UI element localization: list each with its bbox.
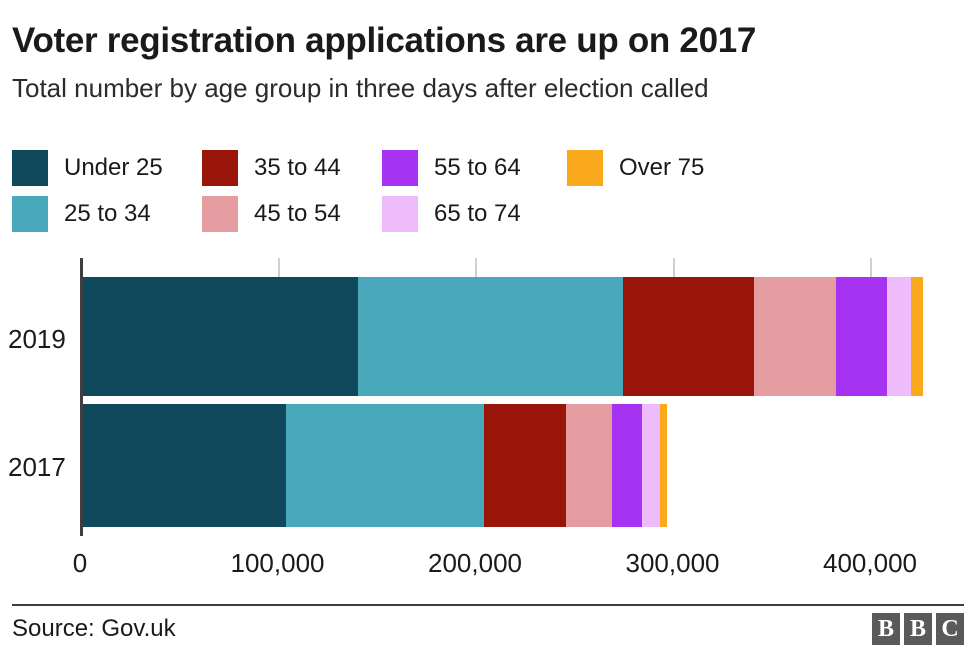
source-text: Source: Gov.uk xyxy=(12,615,176,642)
bar-segment-2019-35-to-44 xyxy=(623,277,755,396)
legend-label-over-75: Over 75 xyxy=(619,154,705,181)
legend-label-55-to-64: 55 to 64 xyxy=(434,154,521,181)
legend-label-65-to-74: 65 to 74 xyxy=(434,200,521,227)
legend-item-over-75: Over 75 xyxy=(567,150,704,186)
legend-item-under-25: Under 25 xyxy=(12,150,202,186)
bar-segment-2017-55-to-64 xyxy=(612,404,642,527)
legend-swatch-45-to-54 xyxy=(202,196,238,232)
x-tick-label-400000: 400,000 xyxy=(823,548,917,578)
legend-swatch-35-to-44 xyxy=(202,150,238,186)
x-tick-label-300000: 300,000 xyxy=(625,548,720,578)
bbc-logo-block-3: C xyxy=(936,613,964,645)
chart-header: Voter registration applications are up o… xyxy=(12,20,964,104)
bar-row-2019 xyxy=(83,277,924,396)
bbc-logo-block-1: B xyxy=(872,613,900,645)
chart-legend: Under 25 35 to 44 55 to 64 Over 75 25 to… xyxy=(12,150,952,242)
plot-area: 2019 2017 xyxy=(0,250,976,540)
bbc-logo-block-2: B xyxy=(904,613,932,645)
bar-segment-2019-45-to-54 xyxy=(754,277,837,396)
legend-item-65-to-74: 65 to 74 xyxy=(382,196,567,232)
bbc-chart-card: Voter registration applications are up o… xyxy=(0,0,976,670)
bbc-logo: BBC xyxy=(872,613,964,645)
legend-swatch-over-75 xyxy=(567,150,603,186)
bar-row-2017 xyxy=(83,404,667,527)
bar-segment-2017-over-75 xyxy=(659,404,667,527)
bar-segment-2019-55-to-64 xyxy=(836,277,887,396)
legend-swatch-25-to-34 xyxy=(12,196,48,232)
category-label-2019: 2019 xyxy=(8,324,66,354)
x-tick-label-200000: 200,000 xyxy=(428,548,522,578)
category-label-2017: 2017 xyxy=(8,452,66,482)
bar-segment-2017-45-to-54 xyxy=(565,404,613,527)
bar-segment-2019-over-75 xyxy=(911,277,924,396)
legend-label-25-to-34: 25 to 34 xyxy=(64,200,151,227)
legend-label-45-to-54: 45 to 54 xyxy=(254,200,341,227)
chart-title: Voter registration applications are up o… xyxy=(12,21,757,60)
x-tick-label-0: 0 xyxy=(72,548,88,578)
bar-segment-2019-25-to-34 xyxy=(357,277,624,396)
legend-row-top: Under 25 35 to 44 55 to 64 Over 75 xyxy=(12,150,952,186)
legend-item-55-to-64: 55 to 64 xyxy=(382,150,567,186)
legend-swatch-under-25 xyxy=(12,150,48,186)
legend-item-25-to-34: 25 to 34 xyxy=(12,196,202,232)
legend-item-35-to-44: 35 to 44 xyxy=(202,150,382,186)
legend-item-45-to-54: 45 to 54 xyxy=(202,196,382,232)
x-tick-label-100000: 100,000 xyxy=(230,548,325,578)
bar-segment-2017-25-to-34 xyxy=(286,404,484,527)
bar-segment-2017-35-to-44 xyxy=(483,404,566,527)
legend-row-bottom: 25 to 34 45 to 54 65 to 74 xyxy=(12,196,952,232)
legend-swatch-65-to-74 xyxy=(382,196,418,232)
x-axis: 0 100,000 200,000 300,000 400,000 xyxy=(0,548,976,588)
chart-subtitle: Total number by age group in three days … xyxy=(12,73,709,103)
bar-segment-2019-under-25 xyxy=(83,277,358,396)
legend-label-under-25: Under 25 xyxy=(64,154,163,181)
bar-segment-2017-65-to-74 xyxy=(641,404,660,527)
legend-label-35-to-44: 35 to 44 xyxy=(254,154,341,181)
legend-swatch-55-to-64 xyxy=(382,150,418,186)
bar-segment-2017-under-25 xyxy=(83,404,287,527)
bar-segment-2019-65-to-74 xyxy=(886,277,912,396)
footer-divider xyxy=(12,604,964,606)
